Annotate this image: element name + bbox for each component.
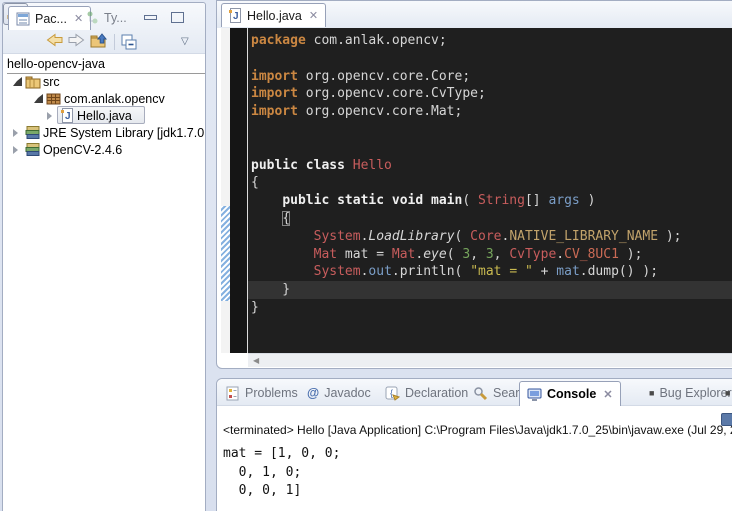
console-output-line: mat = [1, 0, 0;: [223, 445, 732, 464]
forward-button[interactable]: [68, 33, 86, 51]
method-range-indicator: [221, 206, 230, 301]
java-file-icon: J: [229, 8, 242, 23]
tree-item-label: JRE System Library [jdk1.7.0: [43, 126, 204, 140]
editor-panel: J Hello.java ✕ package com.anlak.opencv;…: [216, 0, 732, 369]
package-folder-icon: [25, 74, 41, 89]
code-line: [248, 121, 732, 139]
code-line: }: [248, 281, 732, 299]
tab-bug-explorer[interactable]: ■ Bug Explorer: [649, 383, 732, 403]
tab-label: Hello.java: [247, 9, 302, 23]
search-icon: [473, 386, 488, 401]
console-panel: Problems @ Javadoc { Declaration Search …: [216, 378, 732, 511]
svg-text:J: J: [233, 11, 239, 22]
code-line: import org.opencv.core.CvType;: [248, 85, 732, 103]
tab-label: Pac...: [35, 12, 67, 26]
library-icon: [25, 142, 41, 158]
bug-square-icon: ■: [649, 388, 654, 398]
horizontal-scrollbar[interactable]: ◀: [248, 353, 732, 367]
twistie-expanded-icon[interactable]: [13, 77, 22, 86]
console-output-line: 0, 0, 1]: [223, 482, 732, 501]
bottom-tab-bar: Problems @ Javadoc { Declaration Search …: [217, 379, 732, 406]
back-button[interactable]: [46, 33, 64, 51]
code-line: public class Hello: [248, 157, 732, 175]
code-line: System.LoadLibrary( Core.NATIVE_LIBRARY_…: [248, 228, 732, 246]
code-line: [248, 50, 732, 68]
maximize-view-button[interactable]: [171, 12, 184, 23]
console-output[interactable]: mat = [1, 0, 0; 0, 1, 0; 0, 0, 1]: [223, 445, 732, 501]
twistie-collapsed-icon[interactable]: [13, 146, 18, 154]
tab-type-hierarchy[interactable]: Ty...: [86, 6, 127, 30]
tab-javadoc[interactable]: @ Javadoc: [307, 383, 371, 403]
eclipse-workbench: { "package_explorer": { "tabs": [ { "lab…: [0, 0, 732, 511]
console-output-line: 0, 1, 0;: [223, 464, 732, 483]
tab-label: Bug Explorer: [659, 386, 731, 400]
close-icon[interactable]: ✕: [603, 388, 612, 401]
minimize-view-button[interactable]: [144, 15, 157, 20]
toolbar-separator: [114, 34, 115, 50]
twistie-expanded-icon[interactable]: [34, 94, 43, 103]
scroll-left-icon[interactable]: ◀: [253, 356, 259, 365]
code-line: import org.opencv.core.Mat;: [248, 103, 732, 121]
view-menu-icon[interactable]: ▽: [181, 36, 189, 47]
tab-label: Console: [547, 387, 596, 401]
code-line: }: [248, 299, 732, 317]
project-root-label: hello-opencv-java: [7, 57, 105, 71]
code-line: {: [248, 174, 732, 192]
code-line: Mat mat = Mat.eye( 3, 3, CvType.CV_8UC1 …: [248, 246, 732, 264]
tab-console[interactable]: Console ✕: [519, 381, 621, 406]
tree-item-hello-java[interactable]: J Hello.java: [3, 107, 205, 124]
code-line: System.out.println( "mat = " + mat.dump(…: [248, 263, 732, 281]
tab-declaration[interactable]: { Declaration: [385, 383, 468, 403]
package-icon: [46, 91, 61, 106]
folding-gutter[interactable]: [230, 28, 247, 353]
tab-label: Declaration: [405, 386, 468, 400]
twistie-collapsed-icon[interactable]: [47, 112, 52, 120]
console-icon: [527, 387, 542, 402]
javadoc-icon: @: [307, 386, 319, 400]
up-button[interactable]: [90, 33, 108, 51]
package-explorer-header: Pac... ✕ Ty... ▽: [3, 3, 205, 54]
java-class-file-icon: J: [61, 108, 74, 123]
svg-text:{: {: [390, 388, 393, 398]
tree-item-opencv-library[interactable]: OpenCV-2.4.6: [3, 141, 205, 158]
console-process-title: <terminated> Hello [Java Application] C:…: [223, 423, 732, 437]
tree-item-jre-library[interactable]: JRE System Library [jdk1.7.0: [3, 124, 205, 141]
type-hierarchy-icon: [86, 11, 99, 25]
tab-package-explorer[interactable]: Pac... ✕: [8, 6, 91, 30]
package-explorer-panel: Pac... ✕ Ty... ▽ hello-opencv-java: [2, 2, 206, 511]
tree-item-label: OpenCV-2.4.6: [43, 143, 122, 157]
code-line: package com.anlak.opencv;: [248, 32, 732, 50]
tree-item-label: Hello.java: [77, 109, 132, 123]
problems-icon: [225, 386, 240, 401]
tree-item-package[interactable]: com.anlak.opencv: [3, 90, 205, 107]
twistie-collapsed-icon[interactable]: [13, 129, 18, 137]
editor-tab-bar: J Hello.java ✕: [217, 1, 732, 28]
code-area[interactable]: package com.anlak.opencv; import org.open…: [248, 28, 732, 353]
code-line: {: [248, 210, 732, 228]
package-explorer-icon: [16, 12, 30, 26]
tab-hello-java[interactable]: J Hello.java ✕: [221, 3, 326, 27]
annotation-ruler[interactable]: [221, 28, 230, 353]
library-icon: [25, 125, 41, 141]
tab-label: Problems: [245, 386, 298, 400]
tab-label: Javadoc: [324, 386, 371, 400]
tab-problems[interactable]: Problems: [225, 383, 298, 403]
tree-item-src[interactable]: src: [3, 73, 205, 90]
tree-item-label: com.anlak.opencv: [64, 92, 165, 106]
code-line: public static void main( String[] args ): [248, 192, 732, 210]
tab-bug[interactable]: ■ Bug: [725, 383, 732, 403]
code-line: import org.opencv.core.Core;: [248, 68, 732, 86]
declaration-icon: {: [385, 386, 400, 401]
tree-item-label: src: [43, 75, 60, 89]
svg-text:J: J: [65, 111, 71, 122]
close-icon[interactable]: ✕: [309, 9, 318, 22]
code-line: [248, 139, 732, 157]
tab-label: Ty...: [104, 11, 127, 25]
bug-square-icon: ■: [725, 388, 730, 398]
collapse-all-button[interactable]: [120, 33, 138, 51]
close-icon[interactable]: ✕: [74, 12, 83, 25]
